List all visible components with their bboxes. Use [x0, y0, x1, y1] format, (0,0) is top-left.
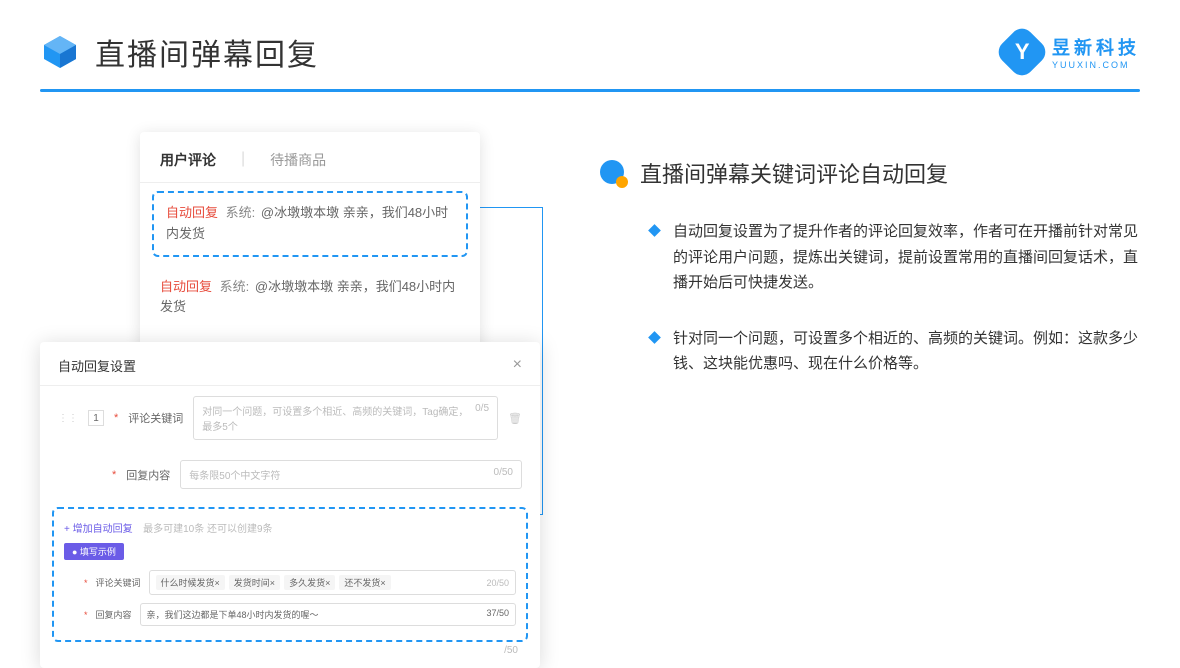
- auto-reply-settings-panel: 自动回复设置 × ⋮⋮ 1 * 评论关键词 对同一个问题，可设置多个相近、高频的…: [40, 342, 540, 668]
- example-badge: ● 填写示例: [64, 543, 124, 560]
- comment-item: 自动回复 系统: @冰墩墩本墩 亲亲，我们48小时内发货: [140, 265, 480, 331]
- diamond-icon: [648, 224, 661, 237]
- example-section: + 增加自动回复 最多可建10条 还可以创建9条 ● 填写示例 * 评论关键词 …: [52, 507, 528, 642]
- close-icon[interactable]: ×: [513, 356, 522, 375]
- char-counter: /50: [504, 645, 518, 656]
- delete-icon[interactable]: 🗑: [508, 412, 522, 425]
- keyword-input[interactable]: 对同一个问题，可设置多个相近、高频的关键词，Tag确定，最多5个 0/5: [193, 396, 498, 440]
- example-keyword-tags[interactable]: 什么时候发货× 发货时间× 多久发货× 还不发货× 20/50: [149, 570, 516, 595]
- logo-name-cn: 昱新科技: [1052, 34, 1140, 60]
- tab-products[interactable]: 待播商品: [270, 150, 326, 170]
- page-header: 直播间弹幕回复 Y 昱新科技 YUUXIN.COM: [0, 0, 1180, 74]
- settings-title: 自动回复设置: [58, 356, 136, 375]
- comment-item-highlighted: 自动回复 系统: @冰墩墩本墩 亲亲，我们48小时内发货: [152, 191, 468, 257]
- logo-name-en: YUUXIN.COM: [1052, 60, 1140, 70]
- section-heading: 直播间弹幕关键词评论自动回复: [640, 157, 948, 189]
- row-number: 1: [88, 410, 104, 426]
- brand-logo: Y 昱新科技 YUUXIN.COM: [1002, 32, 1140, 72]
- add-hint: 最多可建10条 还可以创建9条: [143, 524, 272, 535]
- diamond-icon: [648, 331, 661, 344]
- keyword-label: 评论关键词: [128, 410, 183, 426]
- add-auto-reply-link[interactable]: + 增加自动回复: [64, 524, 133, 535]
- auto-reply-tag: 自动回复: [160, 279, 212, 294]
- example-content-input[interactable]: 亲，我们这边都是下单48小时内发货的喔～ 37/50: [140, 603, 516, 626]
- cube-icon: [40, 32, 80, 72]
- tab-user-comments[interactable]: 用户评论: [160, 150, 216, 170]
- page-title: 直播间弹幕回复: [95, 30, 319, 74]
- bullet-dot-icon: [600, 160, 626, 186]
- feature-bullet: 针对同一个问题，可设置多个相近的、高频的关键词。例如：这款多少钱、这块能优惠吗、…: [600, 326, 1140, 377]
- description-section: 直播间弹幕关键词评论自动回复 自动回复设置为了提升作者的评论回复效率，作者可在开…: [600, 132, 1140, 476]
- drag-handle-icon[interactable]: ⋮⋮: [58, 413, 78, 424]
- logo-mark: Y: [994, 24, 1051, 81]
- feature-bullet: 自动回复设置为了提升作者的评论回复效率，作者可在开播前针对常见的评论用户问题，提…: [600, 219, 1140, 296]
- connector-line: [542, 207, 543, 514]
- content-input[interactable]: 每条限50个中文字符 0/50: [180, 460, 522, 489]
- auto-reply-tag: 自动回复: [166, 205, 218, 220]
- connector-line: [472, 207, 542, 208]
- content-label: 回复内容: [126, 467, 170, 483]
